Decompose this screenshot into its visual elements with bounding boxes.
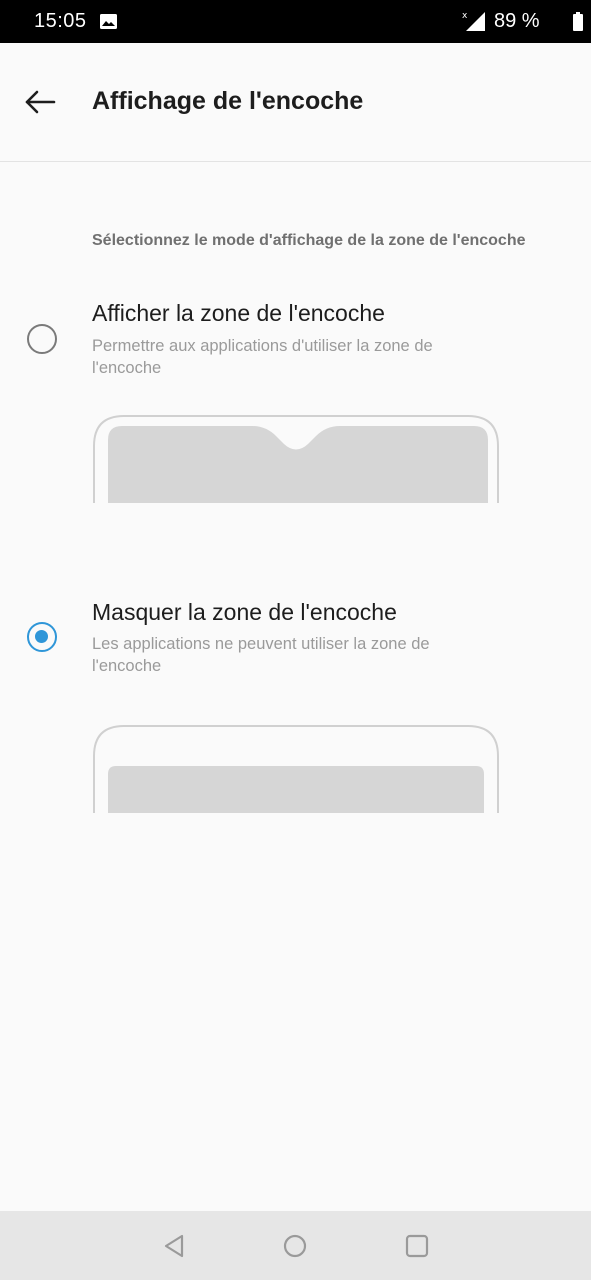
status-time: 15:05 (34, 10, 87, 32)
back-triangle-icon[interactable] (160, 1231, 190, 1261)
arrow-left-icon (25, 90, 56, 114)
notch-hidden-illustration (93, 725, 499, 813)
battery-icon (573, 12, 583, 31)
page-title: Affichage de l'encoche (92, 87, 364, 115)
navigation-bar (0, 1211, 591, 1280)
option-show-notch[interactable]: Afficher la zone de l'encoche Permettre … (0, 288, 591, 408)
back-button[interactable] (18, 80, 62, 124)
section-header: Sélectionnez le mode d'affichage de la z… (92, 232, 526, 249)
svg-text:x: x (462, 11, 468, 21)
option-hide-notch[interactable]: Masquer la zone de l'encoche Les applica… (0, 587, 591, 707)
radio-button-unselected[interactable] (27, 324, 57, 354)
option-title: Afficher la zone de l'encoche (92, 300, 385, 326)
radio-button-selected[interactable] (27, 622, 57, 652)
option-title: Masquer la zone de l'encoche (92, 599, 397, 625)
home-circle-icon[interactable] (280, 1231, 310, 1261)
battery-level: 89 % (494, 10, 540, 32)
notch-shown-illustration (93, 415, 499, 503)
image-icon (100, 14, 117, 29)
option-summary: Les applications ne peuvent utiliser la … (92, 635, 430, 675)
status-bar: 15:05 x 89 % (0, 0, 591, 43)
recents-square-icon[interactable] (402, 1231, 432, 1261)
signal-icon: x (462, 11, 485, 31)
option-summary: Permettre aux applications d'utiliser la… (92, 337, 433, 377)
toolbar: Affichage de l'encoche (0, 43, 591, 162)
